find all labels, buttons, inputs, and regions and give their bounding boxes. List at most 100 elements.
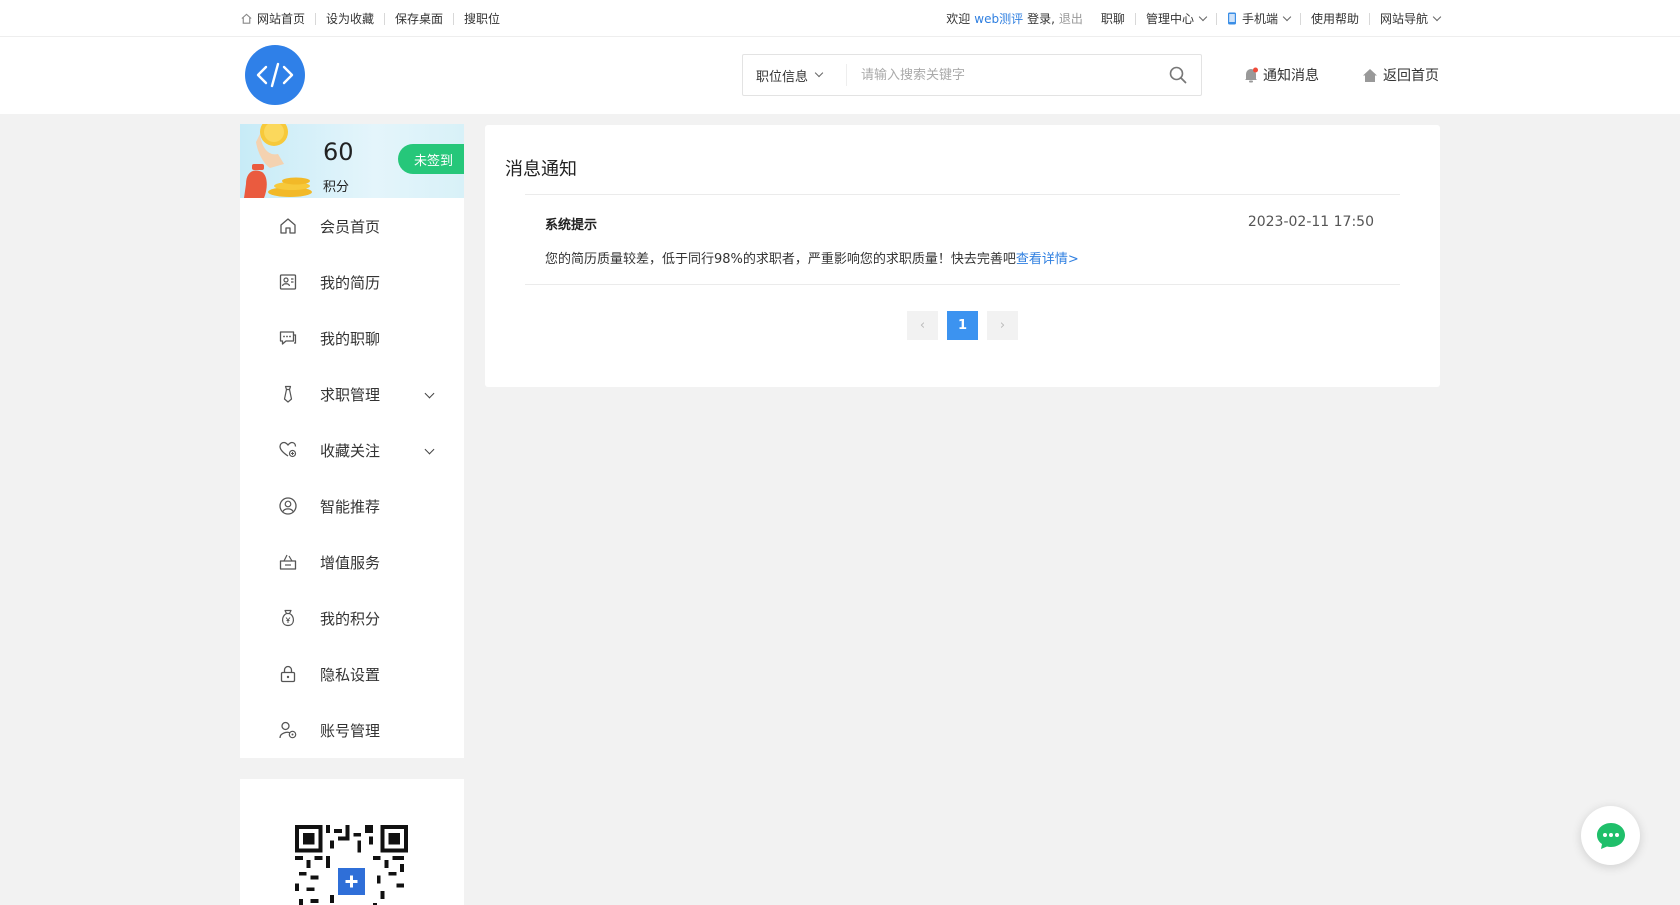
set-favorite-link[interactable]: 设为收藏 bbox=[326, 10, 374, 27]
qr-code-image bbox=[295, 825, 408, 905]
search-bar: 职位信息 bbox=[742, 54, 1202, 96]
chevron-down-icon bbox=[1282, 12, 1292, 21]
sidebar-item-job-management[interactable]: 求职管理 bbox=[240, 366, 464, 422]
sidebar-item-chat[interactable]: 我的职聊 bbox=[240, 310, 464, 366]
zhiliao-link[interactable]: 职聊 bbox=[1101, 10, 1125, 27]
chat-icon bbox=[279, 331, 297, 345]
site-home-label: 网站首页 bbox=[257, 12, 306, 26]
top-bar-left: 网站首页 设为收藏 保存桌面 搜职位 bbox=[240, 0, 500, 37]
floating-chat-button[interactable] bbox=[1581, 806, 1640, 865]
sidebar-item-recommend[interactable]: 智能推荐 bbox=[240, 478, 464, 534]
page-button-current[interactable]: 1 bbox=[947, 311, 978, 340]
sidebar-item-label: 隐私设置 bbox=[320, 665, 381, 684]
sidebar-item-favorites[interactable]: 收藏关注 bbox=[240, 422, 464, 478]
save-desktop-link[interactable]: 保存桌面 bbox=[395, 10, 443, 27]
search-button[interactable] bbox=[1155, 55, 1201, 95]
sidebar-item-vip-service[interactable]: 增值服务 bbox=[240, 534, 464, 590]
help-link[interactable]: 使用帮助 bbox=[1311, 10, 1359, 27]
site-logo[interactable] bbox=[245, 45, 305, 105]
username-link[interactable]: web测评 bbox=[974, 10, 1023, 27]
sidebar-item-resume[interactable]: 我的简历 bbox=[240, 254, 464, 310]
view-details-link[interactable]: 查看详情> bbox=[1016, 252, 1079, 267]
admin-center-dropdown[interactable]: 管理中心 bbox=[1145, 10, 1208, 27]
site-nav-dropdown[interactable]: 网站导航 bbox=[1379, 10, 1442, 27]
points-value: 60 bbox=[323, 138, 354, 166]
sidebar-item-label: 增值服务 bbox=[320, 553, 381, 572]
message-title: 系统提示 bbox=[545, 218, 598, 233]
sidebar-item-account[interactable]: 账号管理 bbox=[240, 702, 464, 758]
sidebar-item-label: 我的职聊 bbox=[320, 329, 381, 348]
return-home-link[interactable]: 返回首页 bbox=[1362, 64, 1439, 86]
heart-icon bbox=[279, 441, 297, 458]
welcome-text: 欢迎 bbox=[946, 12, 971, 26]
message-time: 2023-02-11 17:50 bbox=[1247, 214, 1374, 230]
code-icon bbox=[256, 62, 294, 88]
home-icon bbox=[280, 218, 296, 234]
sidebar-item-label: 账号管理 bbox=[320, 721, 381, 740]
basket-icon bbox=[279, 554, 297, 570]
search-category-select[interactable]: 职位信息 bbox=[743, 64, 847, 86]
sidebar-item-label: 会员首页 bbox=[320, 217, 381, 236]
search-input[interactable] bbox=[847, 55, 1155, 95]
admin-center-label: 管理中心 bbox=[1145, 12, 1194, 26]
money-bag-icon bbox=[281, 609, 295, 627]
mobile-dropdown[interactable]: 手机端 bbox=[1227, 10, 1292, 27]
site-nav-label: 网站导航 bbox=[1379, 12, 1428, 26]
message-panel: 消息通知 系统提示 2023-02-11 17:50 您的简历质量较差，低于同行… bbox=[485, 125, 1440, 387]
header: 职位信息 通知消息 返回首页 bbox=[0, 37, 1680, 114]
sidebar-item-points[interactable]: 我的积分 bbox=[240, 590, 464, 646]
chevron-down-icon bbox=[1432, 12, 1442, 21]
divider bbox=[1368, 12, 1370, 25]
tie-icon bbox=[283, 385, 293, 403]
divider bbox=[1299, 12, 1301, 25]
resume-icon bbox=[279, 274, 297, 290]
sign-in-button[interactable]: 未签到 bbox=[398, 144, 464, 174]
prev-page-button[interactable]: ‹ bbox=[907, 311, 938, 340]
sidebar-menu: 会员首页 我的简历 我的职聊 求职管理 收藏关注 智能推荐 增值服务 我的积分 … bbox=[240, 198, 464, 758]
sidebar-item-member-home[interactable]: 会员首页 bbox=[240, 198, 464, 254]
search-category-label: 职位信息 bbox=[756, 69, 809, 85]
account-settings-icon bbox=[279, 721, 297, 739]
notify-link[interactable]: 通知消息 bbox=[1243, 64, 1319, 86]
sidebar-item-label: 求职管理 bbox=[320, 385, 381, 404]
divider bbox=[1134, 12, 1136, 25]
coin-hand-illustration bbox=[244, 124, 312, 198]
home-icon bbox=[1363, 68, 1377, 82]
message-body: 您的简历质量较差，低于同行98%的求职者，严重影响您的求职质量！快去完善吧查看详… bbox=[545, 248, 1079, 267]
logout-link[interactable]: 退出 bbox=[1059, 10, 1083, 27]
chevron-down-icon bbox=[424, 444, 435, 455]
page-title: 消息通知 bbox=[505, 159, 577, 180]
qr-code-box bbox=[240, 779, 464, 905]
top-bar-right: 欢迎 web测评 登录, 退出 职聊 管理中心 手机端 使用帮助 网站导航 bbox=[946, 0, 1442, 37]
points-banner: 60 积分 未签到 bbox=[240, 124, 464, 198]
chevron-down-icon bbox=[424, 388, 435, 399]
divider bbox=[1215, 12, 1217, 25]
sidebar-item-label: 智能推荐 bbox=[320, 497, 381, 516]
site-home-link[interactable]: 网站首页 bbox=[240, 10, 305, 27]
login-text: 登录, bbox=[1027, 12, 1055, 26]
sidebar-item-label: 收藏关注 bbox=[320, 441, 381, 460]
divider bbox=[384, 12, 386, 25]
chevron-down-icon bbox=[1198, 12, 1208, 21]
divider bbox=[525, 194, 1400, 195]
phone-icon bbox=[1227, 12, 1236, 25]
notify-label: 通知消息 bbox=[1263, 68, 1319, 84]
mobile-label: 手机端 bbox=[1241, 12, 1278, 26]
home-icon bbox=[241, 13, 252, 24]
return-home-label: 返回首页 bbox=[1383, 68, 1439, 84]
divider bbox=[453, 12, 455, 25]
user-circle-icon bbox=[279, 497, 297, 515]
lock-icon bbox=[280, 665, 296, 683]
search-icon bbox=[1169, 66, 1187, 84]
top-bar: 网站首页 设为收藏 保存桌面 搜职位 欢迎 web测评 登录, 退出 职聊 管理… bbox=[0, 0, 1680, 37]
next-page-button[interactable]: › bbox=[987, 311, 1018, 340]
sidebar-item-label: 我的积分 bbox=[320, 609, 381, 628]
bell-icon bbox=[1245, 67, 1258, 82]
chevron-down-icon bbox=[814, 68, 824, 78]
divider bbox=[315, 12, 317, 25]
search-jobs-link[interactable]: 搜职位 bbox=[464, 10, 500, 27]
points-label: 积分 bbox=[323, 180, 350, 195]
sidebar-item-label: 我的简历 bbox=[320, 273, 381, 292]
sidebar-item-privacy[interactable]: 隐私设置 bbox=[240, 646, 464, 702]
message-text: 您的简历质量较差，低于同行98%的求职者，严重影响您的求职质量！快去完善吧 bbox=[545, 252, 1016, 267]
